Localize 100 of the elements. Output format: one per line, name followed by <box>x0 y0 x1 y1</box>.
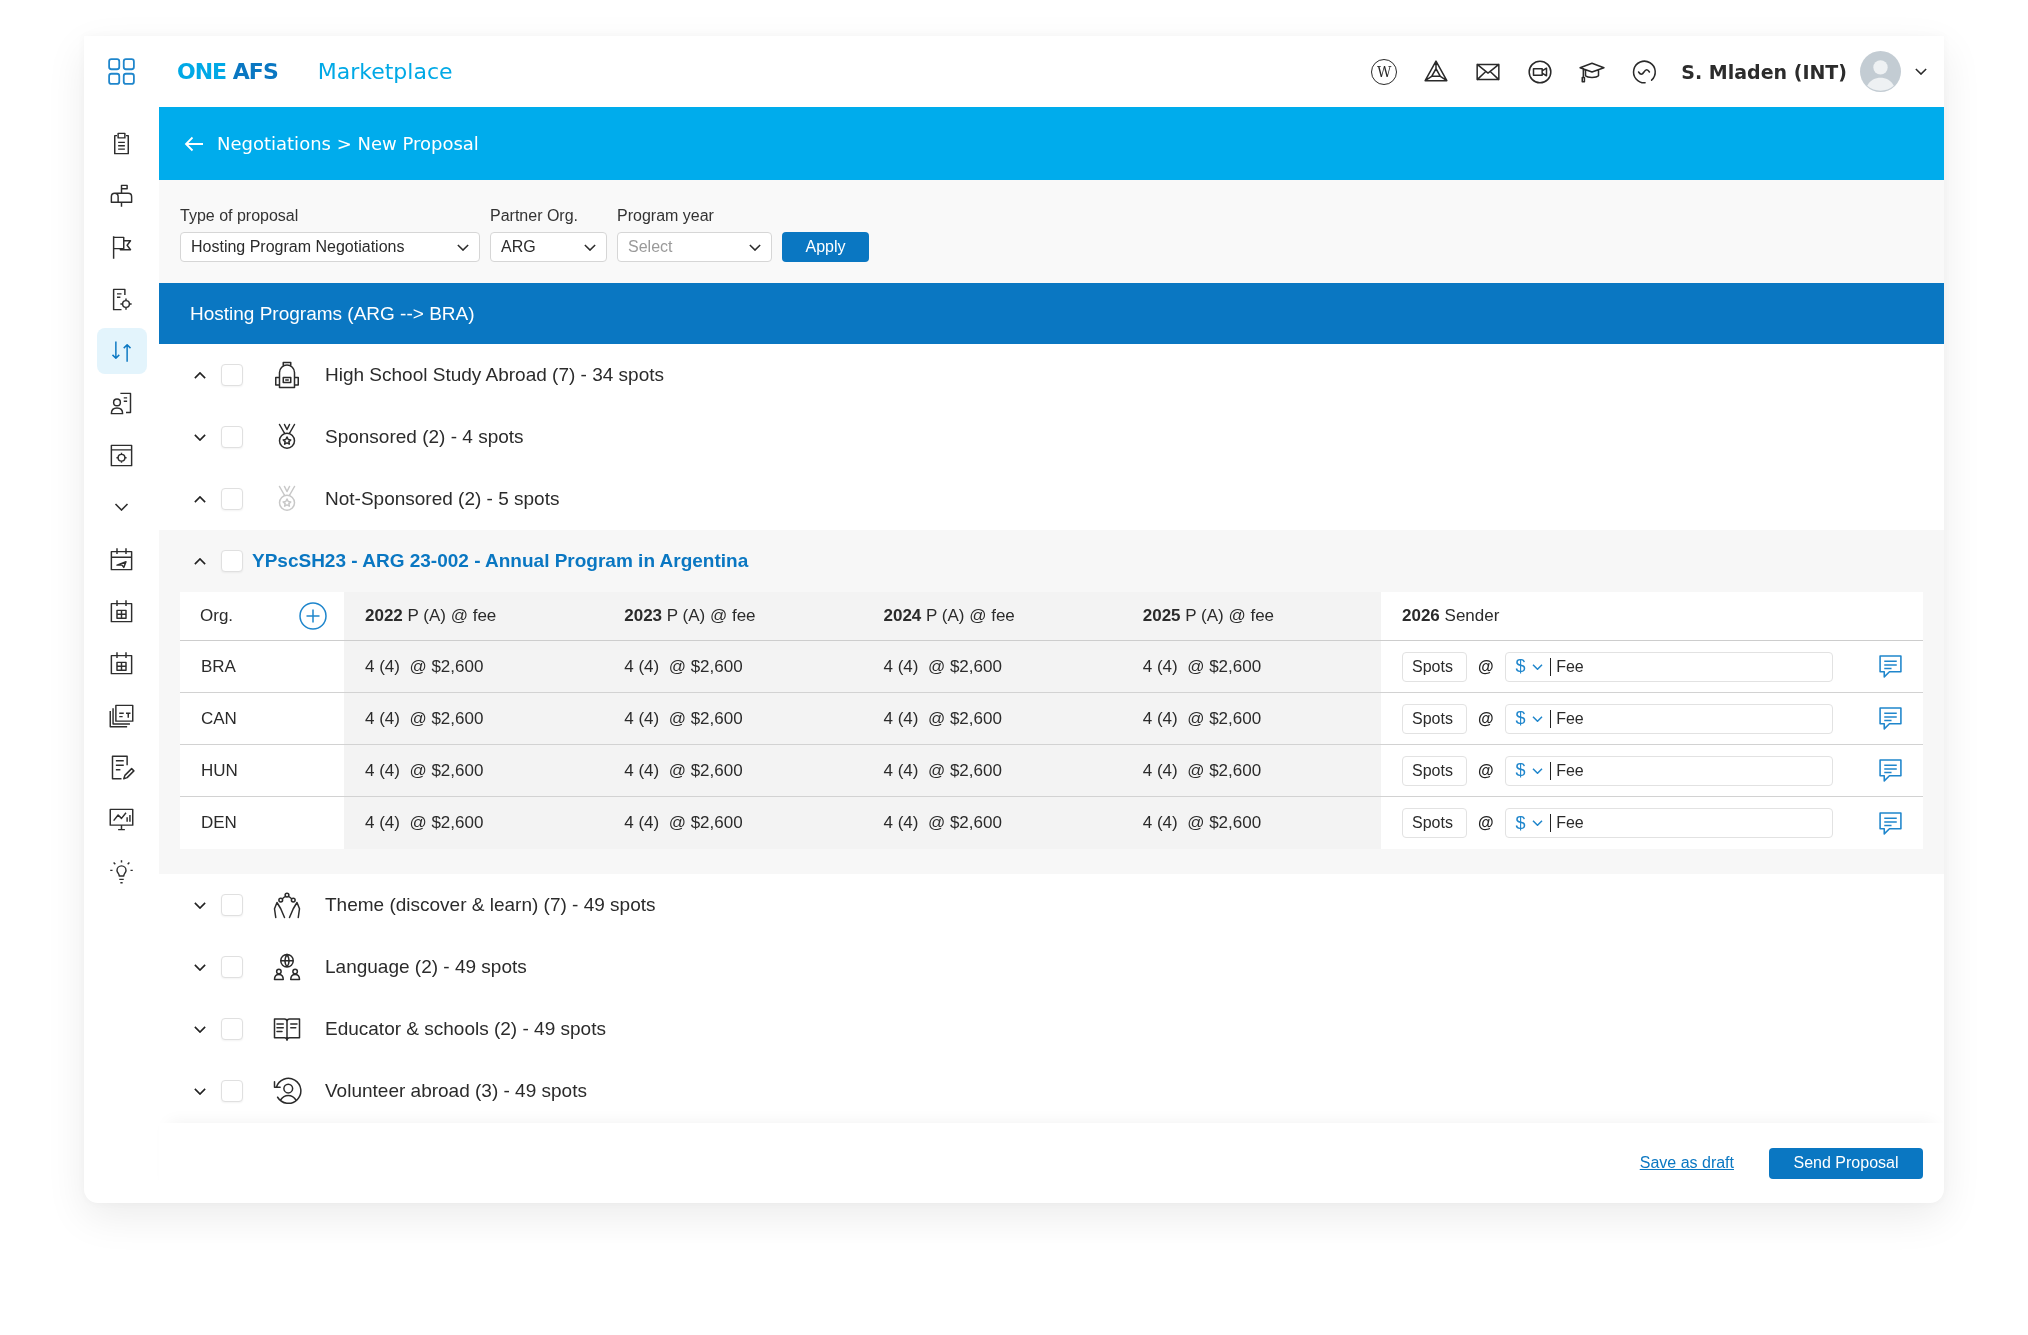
field-label: Partner Org. <box>490 206 580 226</box>
comment-icon[interactable] <box>1877 654 1903 679</box>
table-cell: 4 (4) @ $2,600 <box>603 745 863 797</box>
calendar-grid-icon <box>108 597 135 625</box>
currency-select[interactable]: $ <box>1515 656 1543 677</box>
user-name[interactable]: S. Mladen (INT) <box>1681 60 1847 83</box>
at-sign: @ <box>1478 709 1494 728</box>
table-cell: 4 (4) @ $2,600 <box>1121 693 1381 745</box>
table-cell: 4 (4) @ $2,600 <box>862 693 1122 745</box>
apps-menu-icon[interactable] <box>108 58 135 85</box>
currency-select[interactable]: $ <box>1515 812 1543 834</box>
select-field[interactable]: ARG <box>490 232 607 262</box>
at-sign: @ <box>1478 761 1494 780</box>
table-cell: 4 (4) @ $2,600 <box>862 745 1122 797</box>
fee-field[interactable]: $ Fee <box>1504 808 1833 838</box>
chevron-down-icon <box>457 243 469 251</box>
table-cell: 4 (4) @ $2,600 <box>344 797 604 849</box>
category-label[interactable]: Language (2) - 49 spots <box>325 956 527 978</box>
chevron-down-icon <box>1531 663 1543 670</box>
chevron-down-icon <box>1531 767 1543 774</box>
select-field[interactable]: Select <box>617 232 772 262</box>
at-sign: @ <box>1478 657 1494 676</box>
calendar-plane-icon <box>108 545 135 573</box>
app-title: Marketplace <box>317 59 453 84</box>
spots-field[interactable]: Spots <box>1402 703 1467 734</box>
logo-text[interactable]: ONE AFS <box>177 59 278 84</box>
comment-icon[interactable] <box>1877 706 1903 731</box>
chevron-icon[interactable] <box>194 495 206 503</box>
fee-field[interactable]: $ Fee <box>1504 651 1833 682</box>
category-label[interactable]: Theme (discover & learn) (7) - 49 spots <box>325 894 656 916</box>
field-label: Type of proposal <box>180 206 300 226</box>
checkbox[interactable] <box>221 956 243 978</box>
lightbulb-icon <box>108 857 135 885</box>
table-cell: 4 (4) @ $2,600 <box>344 641 604 693</box>
section-header: Hosting Programs (ARG --> BRA) <box>159 283 1944 344</box>
comment-icon[interactable] <box>1877 810 1903 836</box>
at-sign: @ <box>1478 814 1494 832</box>
table-cell: BRA <box>180 641 344 693</box>
chevron-down-icon <box>1531 715 1543 722</box>
ring-wave-icon[interactable] <box>1631 58 1658 85</box>
spots-field[interactable]: Spots <box>1402 808 1467 838</box>
spots-field[interactable]: Spots <box>1402 651 1467 682</box>
add-icon[interactable] <box>299 602 327 630</box>
checkbox[interactable] <box>221 364 243 386</box>
comment-icon[interactable] <box>1877 758 1903 783</box>
chevron-icon[interactable] <box>194 557 206 565</box>
chevron-down-icon <box>749 243 761 251</box>
category-label[interactable]: High School Study Abroad (7) - 34 spots <box>325 364 665 386</box>
back-arrow-icon[interactable] <box>184 135 204 152</box>
checkbox[interactable] <box>221 1080 243 1102</box>
checkbox[interactable] <box>221 426 243 448</box>
fee-field[interactable]: $ Fee <box>1504 703 1833 734</box>
table-cell: 4 (4) @ $2,600 <box>344 693 604 745</box>
currency-select[interactable]: $ <box>1515 708 1543 729</box>
program-title[interactable]: YPscSH23 - ARG 23-002 - Annual Program in Argentina <box>252 550 749 572</box>
column-header: 2022 P (A) @ fee <box>344 592 604 641</box>
table-cell: 4 (4) @ $2,600 <box>1121 641 1381 693</box>
checkbox[interactable] <box>221 488 243 510</box>
table-cell: 4 (4) @ $2,600 <box>603 693 863 745</box>
fee-field[interactable]: $ Fee <box>1504 755 1833 786</box>
chevron-icon[interactable] <box>194 1087 206 1095</box>
category-label[interactable]: Educator & schools (2) - 49 spots <box>325 1018 606 1040</box>
table-cell: 4 (4) @ $2,600 <box>344 745 604 797</box>
chevron-down-icon[interactable] <box>114 503 129 511</box>
video-camera-icon[interactable] <box>1527 58 1554 85</box>
table-cell: 4 (4) @ $2,600 <box>1121 745 1381 797</box>
category-label[interactable]: Volunteer abroad (3) - 49 spots <box>325 1080 587 1102</box>
chevron-icon[interactable] <box>194 1025 206 1033</box>
chevron-icon[interactable] <box>194 371 206 379</box>
currency-select[interactable]: $ <box>1515 760 1543 781</box>
chevron-down-icon[interactable] <box>1915 68 1927 75</box>
table-cell: 4 (4) @ $2,600 <box>862 641 1122 693</box>
column-header: 2026 Sender <box>1381 592 1923 641</box>
checkbox[interactable] <box>221 550 243 572</box>
send-proposal-button[interactable]: Send Proposal <box>1769 1147 1923 1179</box>
table-cell: HUN <box>180 745 344 797</box>
chevron-icon[interactable] <box>194 433 206 441</box>
breadcrumb-text: Negotiations > New Proposal <box>217 133 479 154</box>
apply-button[interactable]: Apply <box>782 232 869 262</box>
chevron-icon[interactable] <box>194 901 206 909</box>
save-draft-link[interactable]: Save as draft <box>1639 1154 1734 1172</box>
column-header: 2023 P (A) @ fee <box>603 592 863 641</box>
table-cell: CAN <box>180 693 344 745</box>
chevron-down-icon <box>1531 820 1543 826</box>
chevron-icon[interactable] <box>194 963 206 971</box>
checkbox[interactable] <box>221 894 243 916</box>
table-cell: 4 (4) @ $2,600 <box>1121 797 1381 849</box>
category-label[interactable]: Sponsored (2) - 4 spots <box>325 426 524 448</box>
field-label: Program year <box>617 206 715 226</box>
table-cell: 4 (4) @ $2,600 <box>603 641 863 693</box>
checkbox[interactable] <box>221 1018 243 1040</box>
table-cell: DEN <box>180 797 344 849</box>
table-cell: 4 (4) @ $2,600 <box>603 797 863 849</box>
select-field[interactable]: Hosting Program Negotiations <box>180 232 480 262</box>
column-header: 2024 P (A) @ fee <box>862 592 1122 641</box>
column-header: 2025 P (A) @ fee <box>1121 592 1381 641</box>
calendar-grid-icon <box>108 649 135 677</box>
spots-field[interactable]: Spots <box>1402 755 1467 786</box>
column-label: Org. <box>200 606 234 626</box>
category-label[interactable]: Not-Sponsored (2) - 5 spots <box>325 488 560 510</box>
